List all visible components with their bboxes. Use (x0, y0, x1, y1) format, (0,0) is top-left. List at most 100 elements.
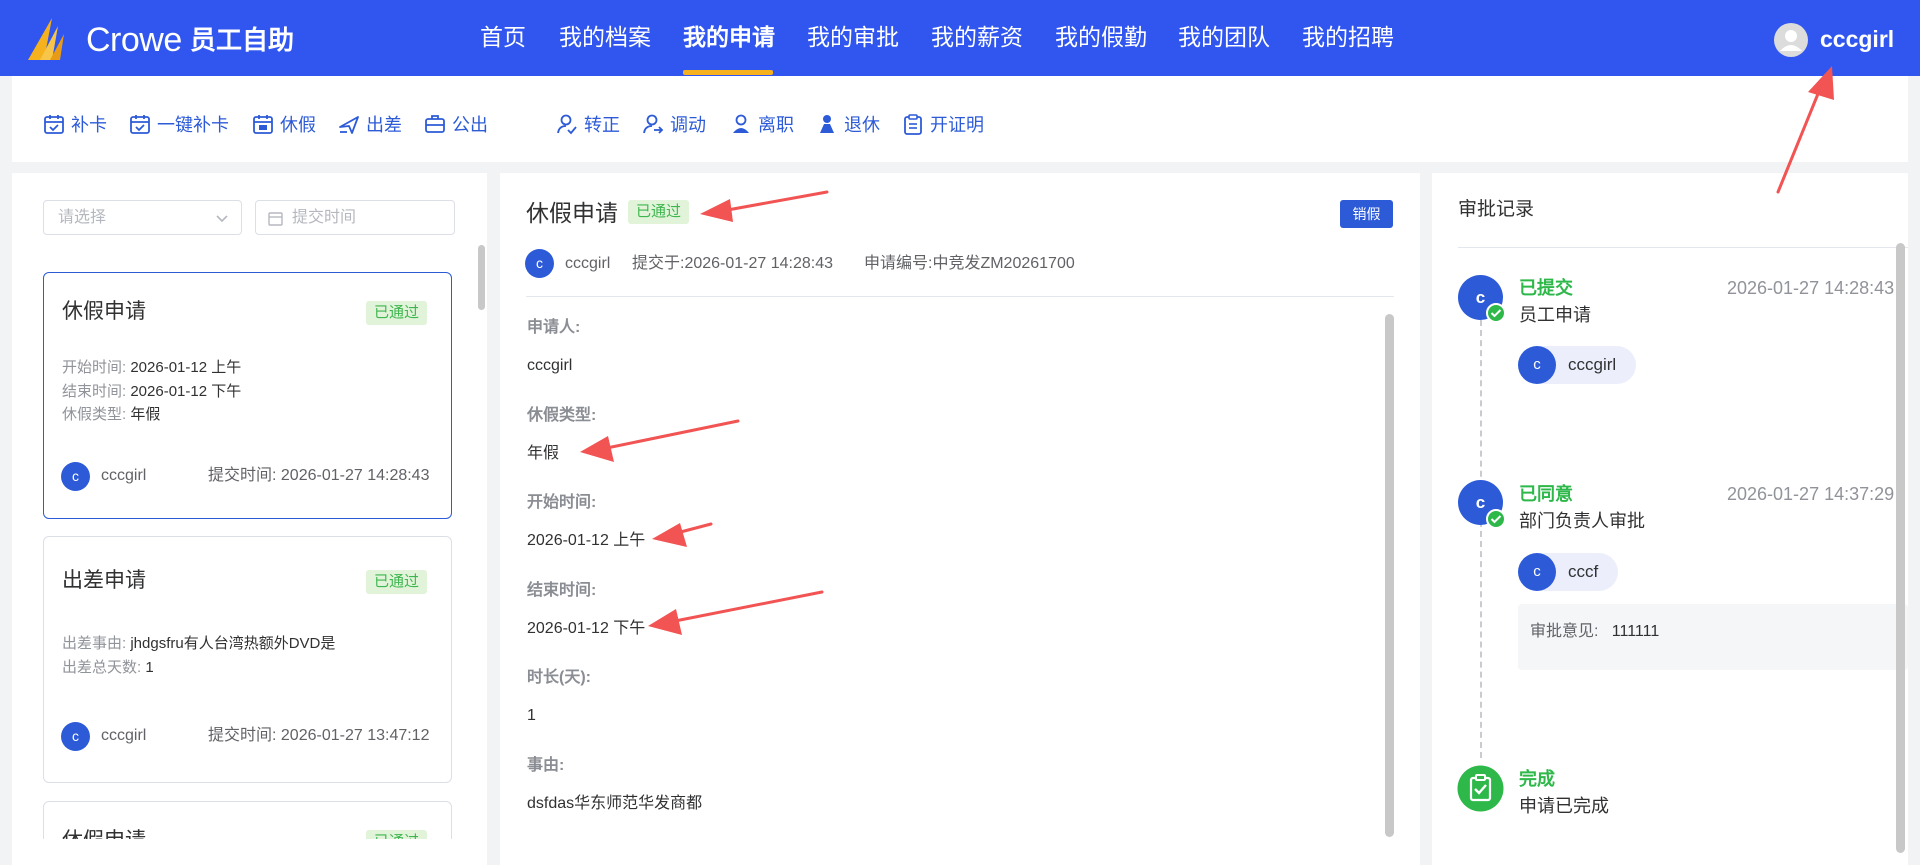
toolbar-certificate-button[interactable]: 开证明 (902, 112, 984, 136)
avatar: c (1518, 553, 1556, 591)
toolbar-label: 退休 (844, 115, 880, 135)
timeline-line (1480, 320, 1482, 758)
active-nav-indicator (683, 70, 773, 75)
detail-title: 休假申请 (526, 200, 618, 226)
brand-subtitle: 员工自助 (190, 25, 295, 55)
application-card[interactable]: 休假申请 已通过 (43, 801, 452, 839)
calendar-check-icon (129, 113, 151, 135)
nav-profile[interactable]: 我的档案 (559, 22, 651, 52)
toolbar-business-trip-button[interactable]: 出差 (338, 112, 402, 136)
step-description: 部门负责人审批 (1519, 511, 1645, 531)
approver-name: cccf (1568, 562, 1599, 581)
avatar: c (61, 462, 90, 491)
card-field: 出差事由: jhdgsfru有人台湾热额外DVD是 (62, 635, 336, 652)
card-title: 出差申请 (62, 569, 146, 592)
detail-application-number: 申请编号:中竞发ZM20261700 (864, 255, 1075, 272)
toolbar-label: 转正 (584, 115, 620, 135)
step-time: 2026-01-27 14:28:43 (1727, 278, 1895, 298)
toolbar-label: 离职 (758, 115, 794, 135)
user-leave-icon (730, 113, 752, 135)
toolbar-label: 出差 (366, 115, 402, 135)
status-badge: 已通过 (366, 301, 428, 325)
calendar-leave-icon (252, 113, 274, 135)
field-label-applicant: 申请人: (527, 319, 581, 336)
briefcase-icon (424, 113, 446, 135)
avatar: c (525, 249, 554, 278)
card-field: 结束时间: 2026-01-12 下午 (62, 383, 242, 400)
toolbar-one-click-supplement-button[interactable]: 一键补卡 (129, 112, 229, 136)
user-transfer-icon (642, 113, 664, 135)
nav-my-applications[interactable]: 我的申请 (683, 22, 775, 52)
clipboard-icon (902, 113, 924, 135)
check-circle-icon (1486, 303, 1506, 323)
user-retire-icon (816, 113, 838, 135)
chevron-down-icon (215, 211, 229, 225)
card-field: 开始时间: 2026-01-12 上午 (62, 359, 242, 376)
approver-chip: c cccf (1518, 553, 1619, 591)
card-field: 出差总天数: 1 (62, 659, 154, 676)
approval-comment: 审批意见: 111111 (1530, 623, 1660, 640)
detail-status-badge: 已通过 (628, 200, 690, 224)
nav-my-recruitment[interactable]: 我的招聘 (1302, 22, 1394, 52)
approver-name: cccgirl (1568, 355, 1617, 374)
audit-scrollbar[interactable] (1896, 243, 1905, 853)
toolbar-transfer-button[interactable]: 调动 (642, 112, 706, 136)
clipboard-done-icon (1457, 765, 1504, 812)
card-field: 休假类型: 年假 (62, 406, 161, 423)
username[interactable]: cccgirl (1820, 24, 1894, 54)
nav-my-approvals[interactable]: 我的审批 (807, 22, 899, 52)
field-label-reason: 事由: (527, 757, 565, 774)
step-description: 申请已完成 (1519, 796, 1609, 816)
date-placeholder: 提交时间 (292, 209, 357, 226)
user-check-icon (556, 113, 578, 135)
card-title: 休假申请 (62, 300, 146, 323)
field-value-applicant: cccgirl (527, 357, 573, 374)
detail-user: cccgirl (565, 255, 611, 272)
card-title: 休假申请 (62, 827, 146, 839)
nav-my-attendance[interactable]: 我的假勤 (1055, 22, 1147, 52)
nav-my-salary[interactable]: 我的薪资 (931, 22, 1023, 52)
field-value-reason: dsfdas华东师范华发商都 (527, 795, 703, 812)
toolbar-leave-button[interactable]: 休假 (252, 112, 316, 136)
calendar-check-icon (43, 113, 65, 135)
card-user: cccgirl (101, 727, 147, 744)
toolbar-resignation-button[interactable]: 离职 (730, 112, 794, 136)
detail-scrollbar[interactable] (1385, 314, 1394, 837)
detail-submitted-time: 提交于:2026-01-27 14:28:43 (632, 255, 834, 272)
toolbar-retirement-button[interactable]: 退休 (816, 112, 880, 136)
field-label-end-time: 结束时间: (527, 582, 597, 599)
nav-my-team[interactable]: 我的团队 (1178, 22, 1270, 52)
field-value-leave-type: 年假 (527, 445, 560, 462)
toolbar-official-out-button[interactable]: 公出 (424, 112, 488, 136)
divider (1458, 247, 1908, 248)
toolbar-supplement-card-button[interactable]: 补卡 (43, 112, 107, 136)
toolbar-label: 休假 (280, 115, 316, 135)
card-submit-time: 提交时间: 2026-01-27 14:28:43 (208, 467, 430, 484)
crowe-logo-icon[interactable] (28, 16, 76, 60)
select-placeholder: 请选择 (58, 209, 107, 226)
field-value-duration: 1 (527, 707, 536, 724)
list-scrollbar[interactable] (478, 245, 485, 310)
audit-title: 审批记录 (1458, 199, 1535, 220)
avatar: c (61, 722, 90, 751)
calendar-icon (268, 211, 283, 226)
cancel-leave-button[interactable]: 销假 (1340, 200, 1393, 228)
card-user: cccgirl (101, 467, 147, 484)
toolbar-label: 公出 (452, 115, 488, 135)
step-status: 已同意 (1519, 484, 1573, 504)
nav-home[interactable]: 首页 (480, 22, 526, 52)
approver-chip: c cccgirl (1518, 346, 1637, 384)
field-value-start-time: 2026-01-12 上午 (527, 532, 646, 549)
submit-time-picker[interactable]: 提交时间 (255, 200, 455, 235)
toolbar-label: 补卡 (71, 115, 107, 135)
field-label-duration: 时长(天): (527, 669, 591, 686)
status-badge: 已通过 (366, 570, 428, 594)
toolbar-regularization-button[interactable]: 转正 (556, 112, 620, 136)
type-select[interactable]: 请选择 (43, 200, 242, 235)
toolbar-label: 开证明 (930, 115, 984, 135)
check-circle-icon (1486, 509, 1506, 529)
user-avatar-icon[interactable] (1774, 23, 1808, 57)
brand-name: Crowe (86, 21, 182, 59)
step-status: 完成 (1519, 769, 1555, 789)
step-status: 已提交 (1519, 278, 1573, 298)
